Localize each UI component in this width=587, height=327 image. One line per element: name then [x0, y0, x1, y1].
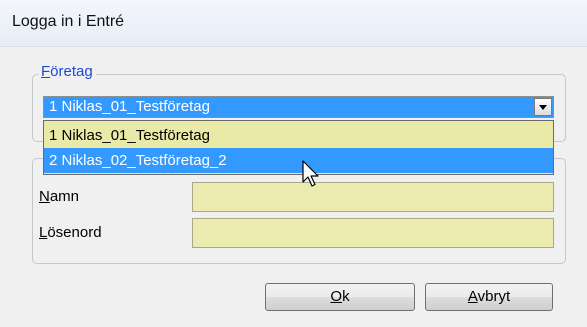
mouse-pointer-icon — [302, 160, 319, 187]
ok-label-rest: k — [342, 288, 350, 305]
dropdown-option[interactable]: 1 Niklas_01_Testföretag — [44, 123, 553, 148]
company-label-rest: öretag — [50, 63, 93, 80]
name-label-rest: amn — [49, 188, 80, 205]
cancel-button[interactable]: Avbryt — [425, 283, 553, 311]
company-mnemonic: F — [41, 63, 51, 80]
ok-mnemonic: O — [330, 288, 343, 305]
ok-button[interactable]: Ok — [265, 283, 415, 311]
company-select[interactable]: 1 Niklas_01_Testföretag — [43, 96, 554, 118]
window-title: Logga in i Entré — [12, 13, 125, 30]
password-label: Lösenord — [39, 224, 102, 241]
password-field[interactable] — [192, 218, 554, 248]
password-label-rest: ösenord — [47, 224, 102, 241]
cancel-mnemonic: A — [467, 288, 478, 305]
name-mnemonic: N — [39, 188, 50, 205]
company-select-value: 1 Niklas_01_Testföretag — [49, 98, 210, 115]
cancel-label-rest: vbryt — [477, 288, 511, 305]
company-dropdown-list: 1 Niklas_01_Testföretag 2 Niklas_02_Test… — [43, 120, 554, 175]
company-group-label: Företag — [38, 63, 96, 80]
dropdown-button[interactable] — [534, 98, 552, 116]
name-field[interactable] — [192, 182, 554, 212]
name-label: Namn — [39, 188, 79, 205]
chevron-down-icon — [539, 105, 547, 110]
dropdown-option-highlighted[interactable]: 2 Niklas_02_Testföretag_2 — [44, 148, 553, 173]
title-bar: Logga in i Entré — [0, 0, 587, 46]
